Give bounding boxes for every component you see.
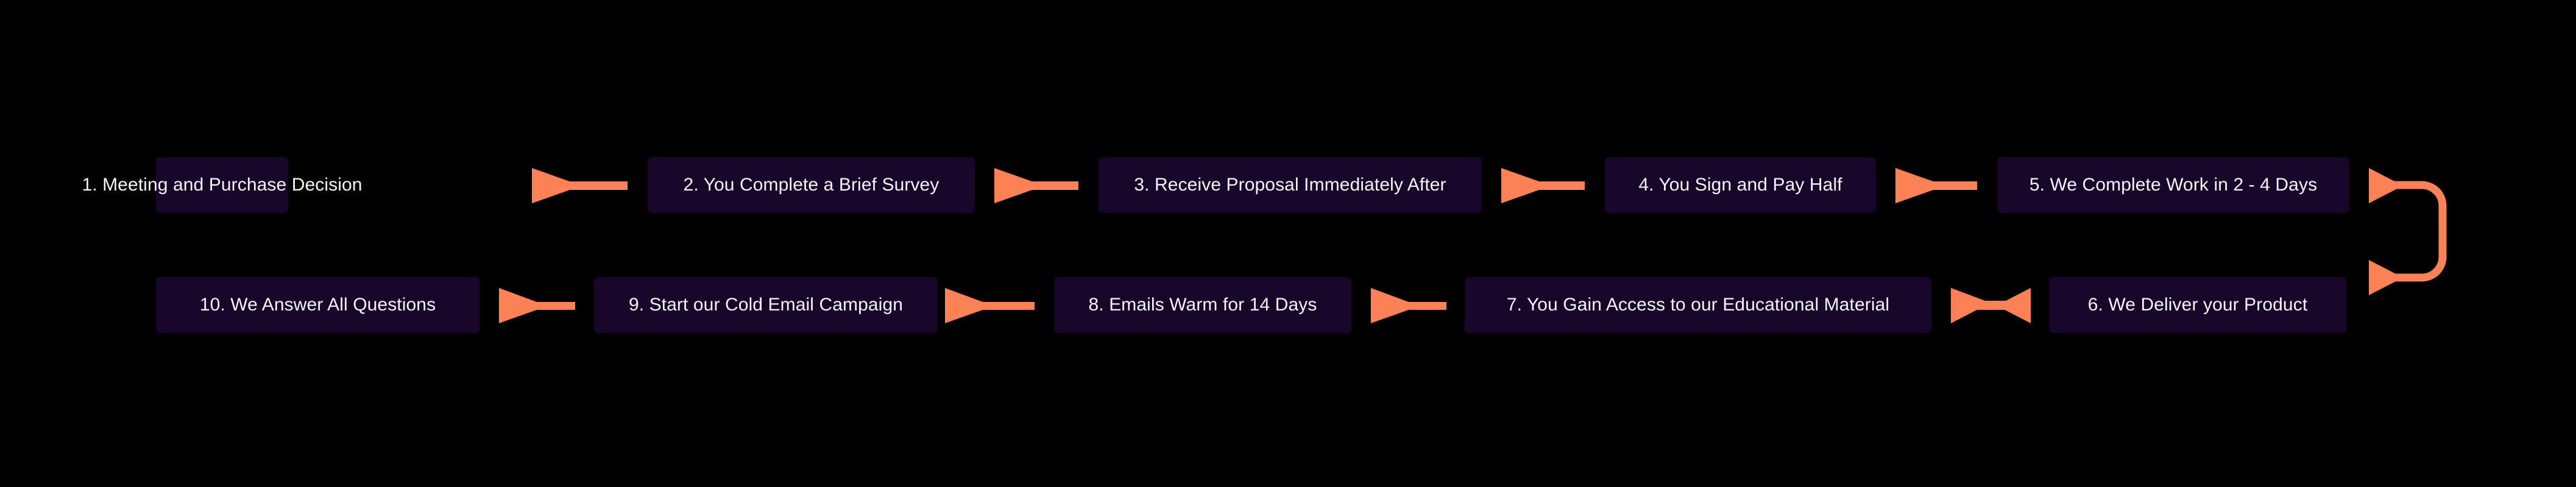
- flowchart-canvas: 1. Meeting and Purchase Decision 2. You …: [0, 0, 2576, 487]
- flow-node-label: 7. You Gain Access to our Educational Ma…: [1506, 295, 1890, 315]
- connector-layer: [499, 168, 2447, 323]
- flow-node-label: 5. We Complete Work in 2 - 4 Days: [2029, 175, 2318, 195]
- connector-step6-step7: [1951, 288, 2031, 323]
- connector-step5-step6-wrap: [2369, 168, 2447, 295]
- connector-step2-step3: [994, 168, 1078, 203]
- flow-node-label: 6. We Deliver your Product: [2087, 295, 2308, 315]
- flow-node-step-3[interactable]: 3. Receive Proposal Immediately After: [1099, 157, 1482, 213]
- connector-step8-step9: [945, 288, 1035, 323]
- flow-node-step-5[interactable]: 5. We Complete Work in 2 - 4 Days: [1997, 157, 2349, 213]
- flow-node-step-9[interactable]: 9. Start our Cold Email Campaign: [594, 277, 938, 333]
- connector-step9-step10: [499, 288, 575, 323]
- flow-node-label: 3. Receive Proposal Immediately After: [1134, 175, 1446, 195]
- flow-node-label: 2. You Complete a Brief Survey: [683, 175, 939, 195]
- flow-node-step-8[interactable]: 8. Emails Warm for 14 Days: [1054, 277, 1351, 333]
- flow-node-step-6[interactable]: 6. We Deliver your Product: [2049, 277, 2346, 333]
- flow-node-step-7[interactable]: 7. You Gain Access to our Educational Ma…: [1465, 277, 1931, 333]
- flow-node-label: 8. Emails Warm for 14 Days: [1088, 295, 1317, 315]
- flow-node-step-4[interactable]: 4. You Sign and Pay Half: [1605, 157, 1876, 213]
- flow-node-step-2[interactable]: 2. You Complete a Brief Survey: [648, 157, 975, 213]
- connector-step1-step2: [532, 168, 628, 203]
- flow-node-label: 9. Start our Cold Email Campaign: [628, 295, 904, 315]
- connector-step3-step4: [1501, 168, 1585, 203]
- connector-step4-step5: [1895, 168, 1977, 203]
- connector-step7-step8: [1371, 288, 1446, 323]
- flow-node-label: 4. You Sign and Pay Half: [1638, 175, 1842, 195]
- flow-node-label: 1. Meeting and Purchase Decision: [82, 175, 363, 195]
- flow-node-step-10[interactable]: 10. We Answer All Questions: [156, 277, 479, 333]
- flow-node-step-1[interactable]: 1. Meeting and Purchase Decision: [82, 157, 362, 213]
- flow-node-label: 10. We Answer All Questions: [199, 295, 436, 315]
